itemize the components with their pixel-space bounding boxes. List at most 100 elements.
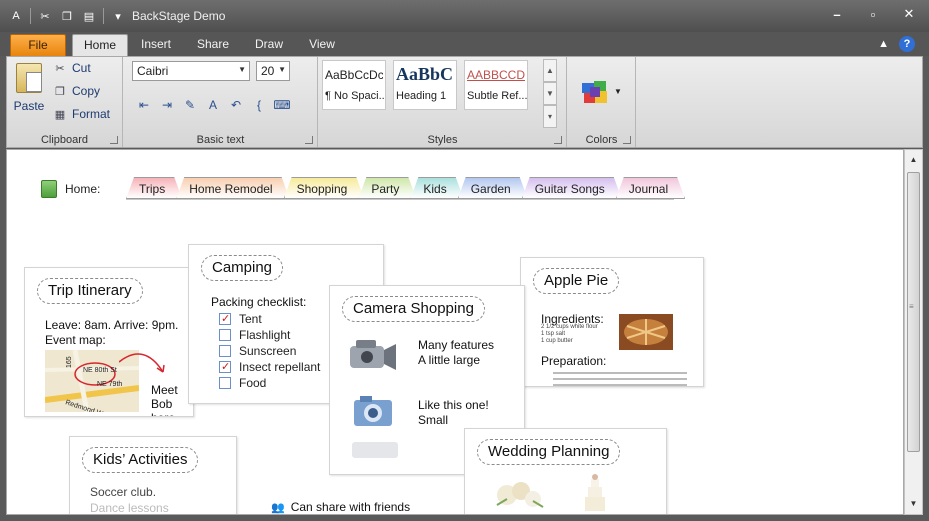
item-label: Flashlight — [239, 328, 291, 342]
tab-insert[interactable]: Insert — [134, 34, 178, 56]
quick-access-toolbar: A ✂ ❐ ▤ ▾ — [8, 8, 126, 24]
basic-text-group: Caibri ▼ 20 ▼ ⇤ ⇥ ✎ A ↶ { ⌨ Basic text — [124, 57, 318, 147]
cut-icon[interactable]: ✂ — [37, 8, 53, 24]
color-palette-icon[interactable] — [580, 77, 610, 107]
copy-icon: ❐ — [55, 85, 65, 98]
section-tab-trips[interactable]: Trips — [126, 177, 182, 199]
chevron-down-icon: ▼ — [238, 65, 246, 74]
page-apple-pie[interactable]: Apple Pie Ingredients: 2 1/2 cups white … — [520, 257, 704, 387]
checklist-item[interactable]: Food — [219, 375, 320, 391]
paste-button[interactable]: Paste — [11, 63, 47, 113]
scrollbar-thumb[interactable] — [907, 172, 920, 452]
font-color-icon[interactable]: A — [205, 97, 221, 113]
clipboard-launcher-icon[interactable] — [110, 136, 118, 144]
cut-button[interactable]: ✂ Cut — [53, 61, 90, 75]
colors-launcher-icon[interactable] — [623, 136, 631, 144]
styles-launcher-icon[interactable] — [554, 136, 562, 144]
paste-label: Paste — [13, 99, 45, 113]
gallery-more-icon[interactable]: ▾ — [543, 105, 557, 128]
increase-indent-icon[interactable]: ⇥ — [159, 97, 175, 113]
style-no-spacing[interactable]: AaBbCcDc ¶ No Spaci... — [322, 60, 386, 110]
ingredient-list: 2 1/2 cups white flour 1 tsp salt 1 cup … — [541, 324, 598, 345]
ingredient-line: 1 cup butter — [541, 338, 573, 344]
ingredient-line: 1 tsp salt — [541, 331, 566, 337]
keyboard-icon[interactable]: ⌨ — [273, 97, 290, 113]
customize-icon[interactable]: ▾ — [110, 8, 126, 24]
arrow-annotation — [119, 353, 165, 373]
checkbox[interactable] — [219, 377, 231, 389]
format-button[interactable]: ▦ Format — [53, 107, 110, 121]
bracket-icon[interactable]: { — [251, 97, 267, 113]
page-wedding-planning[interactable]: Wedding Planning — [464, 428, 667, 514]
tab-share[interactable]: Share — [190, 34, 236, 56]
font-size-select[interactable]: 20 ▼ — [256, 61, 290, 81]
checklist-item[interactable]: Sunscreen — [219, 343, 320, 359]
checklist-heading: Packing checklist: — [211, 295, 307, 309]
style-heading-1[interactable]: AaBbC Heading 1 — [393, 60, 457, 110]
text-line — [553, 378, 687, 380]
note-line: Small — [418, 413, 449, 427]
tab-file[interactable]: File — [10, 34, 66, 56]
vertical-scrollbar[interactable]: ▲ ≡ ▼ — [904, 149, 923, 515]
item-label: Sunscreen — [239, 344, 297, 358]
wedding-cake-image — [585, 474, 605, 511]
section-tab-party[interactable]: Party — [358, 177, 416, 199]
page-trip-itinerary[interactable]: Trip Itinerary Leave: 8am. Arrive: 9pm. … — [24, 267, 194, 417]
section-tab-kids[interactable]: Kids — [410, 177, 463, 199]
app-icon[interactable]: A — [8, 8, 24, 24]
gallery-up-icon[interactable]: ▲ — [543, 59, 557, 82]
font-family-select[interactable]: Caibri ▼ — [132, 61, 250, 81]
page-title: Apple Pie — [533, 268, 620, 294]
styles-gallery-scroll: ▲ ▼ ▾ — [543, 59, 557, 131]
tab-view[interactable]: View — [302, 34, 342, 56]
checklist-item[interactable]: Flashlight — [219, 327, 320, 343]
page-title: Wedding Planning — [477, 439, 621, 465]
checkbox[interactable] — [219, 345, 231, 357]
close-icon[interactable]: ✕ — [901, 6, 917, 22]
highlight-icon[interactable]: ✎ — [182, 97, 198, 113]
undo-icon[interactable]: ↶ — [228, 97, 244, 113]
section-tab-home-remodel[interactable]: Home Remodel — [176, 177, 289, 199]
collapse-ribbon-icon[interactable]: ▲ — [878, 38, 889, 50]
minimize-icon[interactable]: – — [829, 6, 845, 22]
compact-camera-image — [354, 396, 392, 426]
scissors-icon: ✂ — [55, 62, 65, 75]
section-tab-shopping[interactable]: Shopping — [284, 177, 365, 199]
gallery-down-icon[interactable]: ▼ — [543, 82, 557, 105]
tab-home[interactable]: Home — [72, 34, 128, 57]
section-tab-journal[interactable]: Journal — [616, 177, 685, 199]
tab-draw[interactable]: Draw — [248, 34, 290, 56]
section-tabs: Trips Home Remodel Shopping Party Kids G… — [126, 177, 679, 199]
scroll-down-icon[interactable]: ▼ — [905, 496, 922, 512]
help-icon[interactable]: ? — [899, 36, 915, 52]
section-tab-guitar-songs[interactable]: Guitar Songs — [522, 177, 622, 199]
decrease-indent-icon[interactable]: ⇤ — [136, 97, 152, 113]
scroll-up-icon[interactable]: ▲ — [905, 152, 922, 168]
style-subtle-reference[interactable]: AABBCCDD Subtle Ref... — [464, 60, 528, 110]
checklist-item[interactable]: Tent — [219, 311, 320, 327]
copy-button[interactable]: ❐ Copy — [53, 84, 100, 98]
page-kids-activities[interactable]: Kids’ Activities Soccer club. Dance less… — [69, 436, 237, 514]
checkbox-checked[interactable] — [219, 311, 231, 327]
trip-map-label: Event map: — [45, 333, 106, 347]
maximize-icon[interactable]: ▫ — [865, 6, 881, 22]
basic-text-launcher-icon[interactable] — [305, 136, 313, 144]
checkbox[interactable] — [219, 329, 231, 341]
title-bar: A ✂ ❐ ▤ ▾ BackStage Demo – ▫ ✕ — [0, 0, 929, 32]
page-title: Camping — [201, 255, 284, 281]
trip-note: Meet Bob here — [151, 383, 178, 416]
note-line: A little large — [418, 353, 481, 367]
window-title: BackStage Demo — [132, 9, 226, 23]
chevron-down-icon[interactable]: ▼ — [614, 87, 622, 96]
format-label: Format — [72, 107, 111, 121]
checklist-item[interactable]: Insect repellant — [219, 359, 320, 375]
section-tab-garden[interactable]: Garden — [458, 177, 528, 199]
packing-checklist: Tent Flashlight Sunscreen Insect repella… — [219, 311, 320, 391]
paste-icon[interactable]: ▤ — [81, 8, 97, 24]
ribbon-help: ▲ ? — [878, 36, 915, 52]
format-painter-icon: ▦ — [54, 108, 66, 121]
checkbox-checked[interactable] — [219, 359, 231, 375]
copy-icon[interactable]: ❐ — [59, 8, 75, 24]
qat-separator — [30, 8, 31, 24]
style-name: Subtle Ref... — [467, 90, 528, 102]
